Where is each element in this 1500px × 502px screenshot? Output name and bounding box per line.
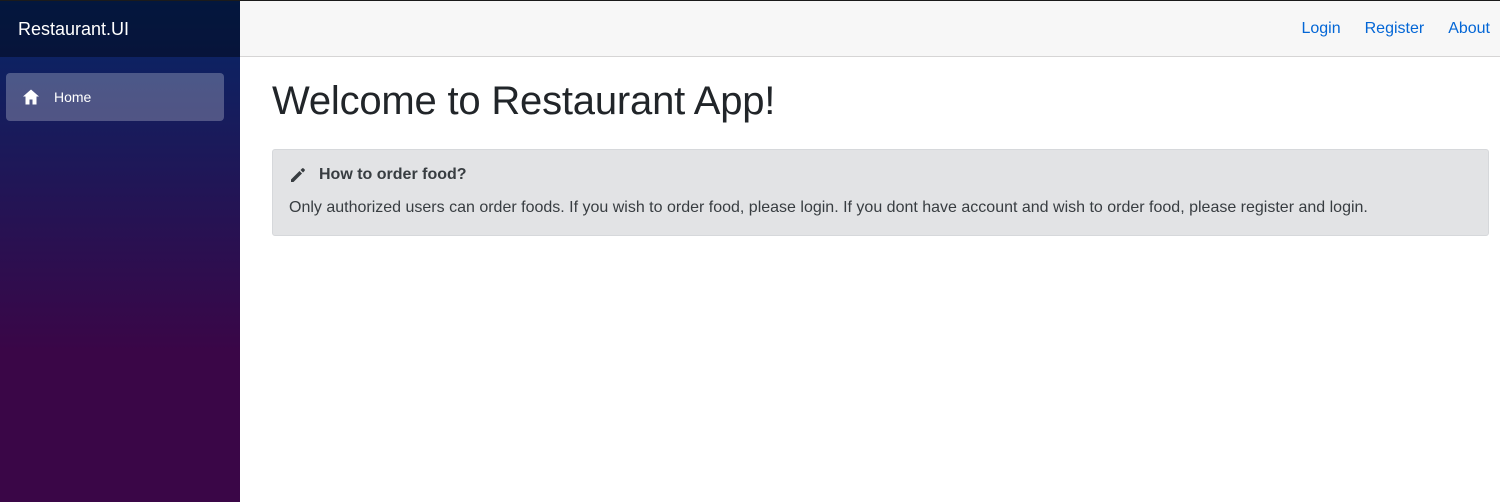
main-area: Login Register About Welcome to Restaura…	[240, 1, 1500, 502]
info-alert: How to order food? Only authorized users…	[272, 149, 1489, 237]
alert-header: How to order food?	[289, 166, 1472, 184]
brand-bar: Restaurant.UI	[0, 1, 240, 57]
top-bar: Login Register About	[240, 1, 1500, 57]
register-link[interactable]: Register	[1365, 20, 1425, 38]
sidebar-item-home[interactable]: Home	[6, 73, 224, 121]
sidebar: Restaurant.UI Home	[0, 1, 240, 502]
sidebar-item-label: Home	[54, 89, 92, 105]
page-content: Welcome to Restaurant App! How to order …	[240, 57, 1500, 237]
app-shell: Restaurant.UI Home Login Register About …	[0, 0, 1500, 502]
brand-link[interactable]: Restaurant.UI	[18, 19, 129, 40]
home-icon	[22, 88, 40, 106]
alert-title: How to order food?	[319, 166, 467, 183]
about-link[interactable]: About	[1448, 20, 1490, 38]
sidebar-nav: Home	[0, 57, 240, 121]
page-title: Welcome to Restaurant App!	[272, 79, 776, 123]
login-link[interactable]: Login	[1301, 20, 1340, 38]
pencil-icon	[289, 166, 307, 184]
alert-body: Only authorized users can order foods. I…	[289, 199, 1368, 216]
